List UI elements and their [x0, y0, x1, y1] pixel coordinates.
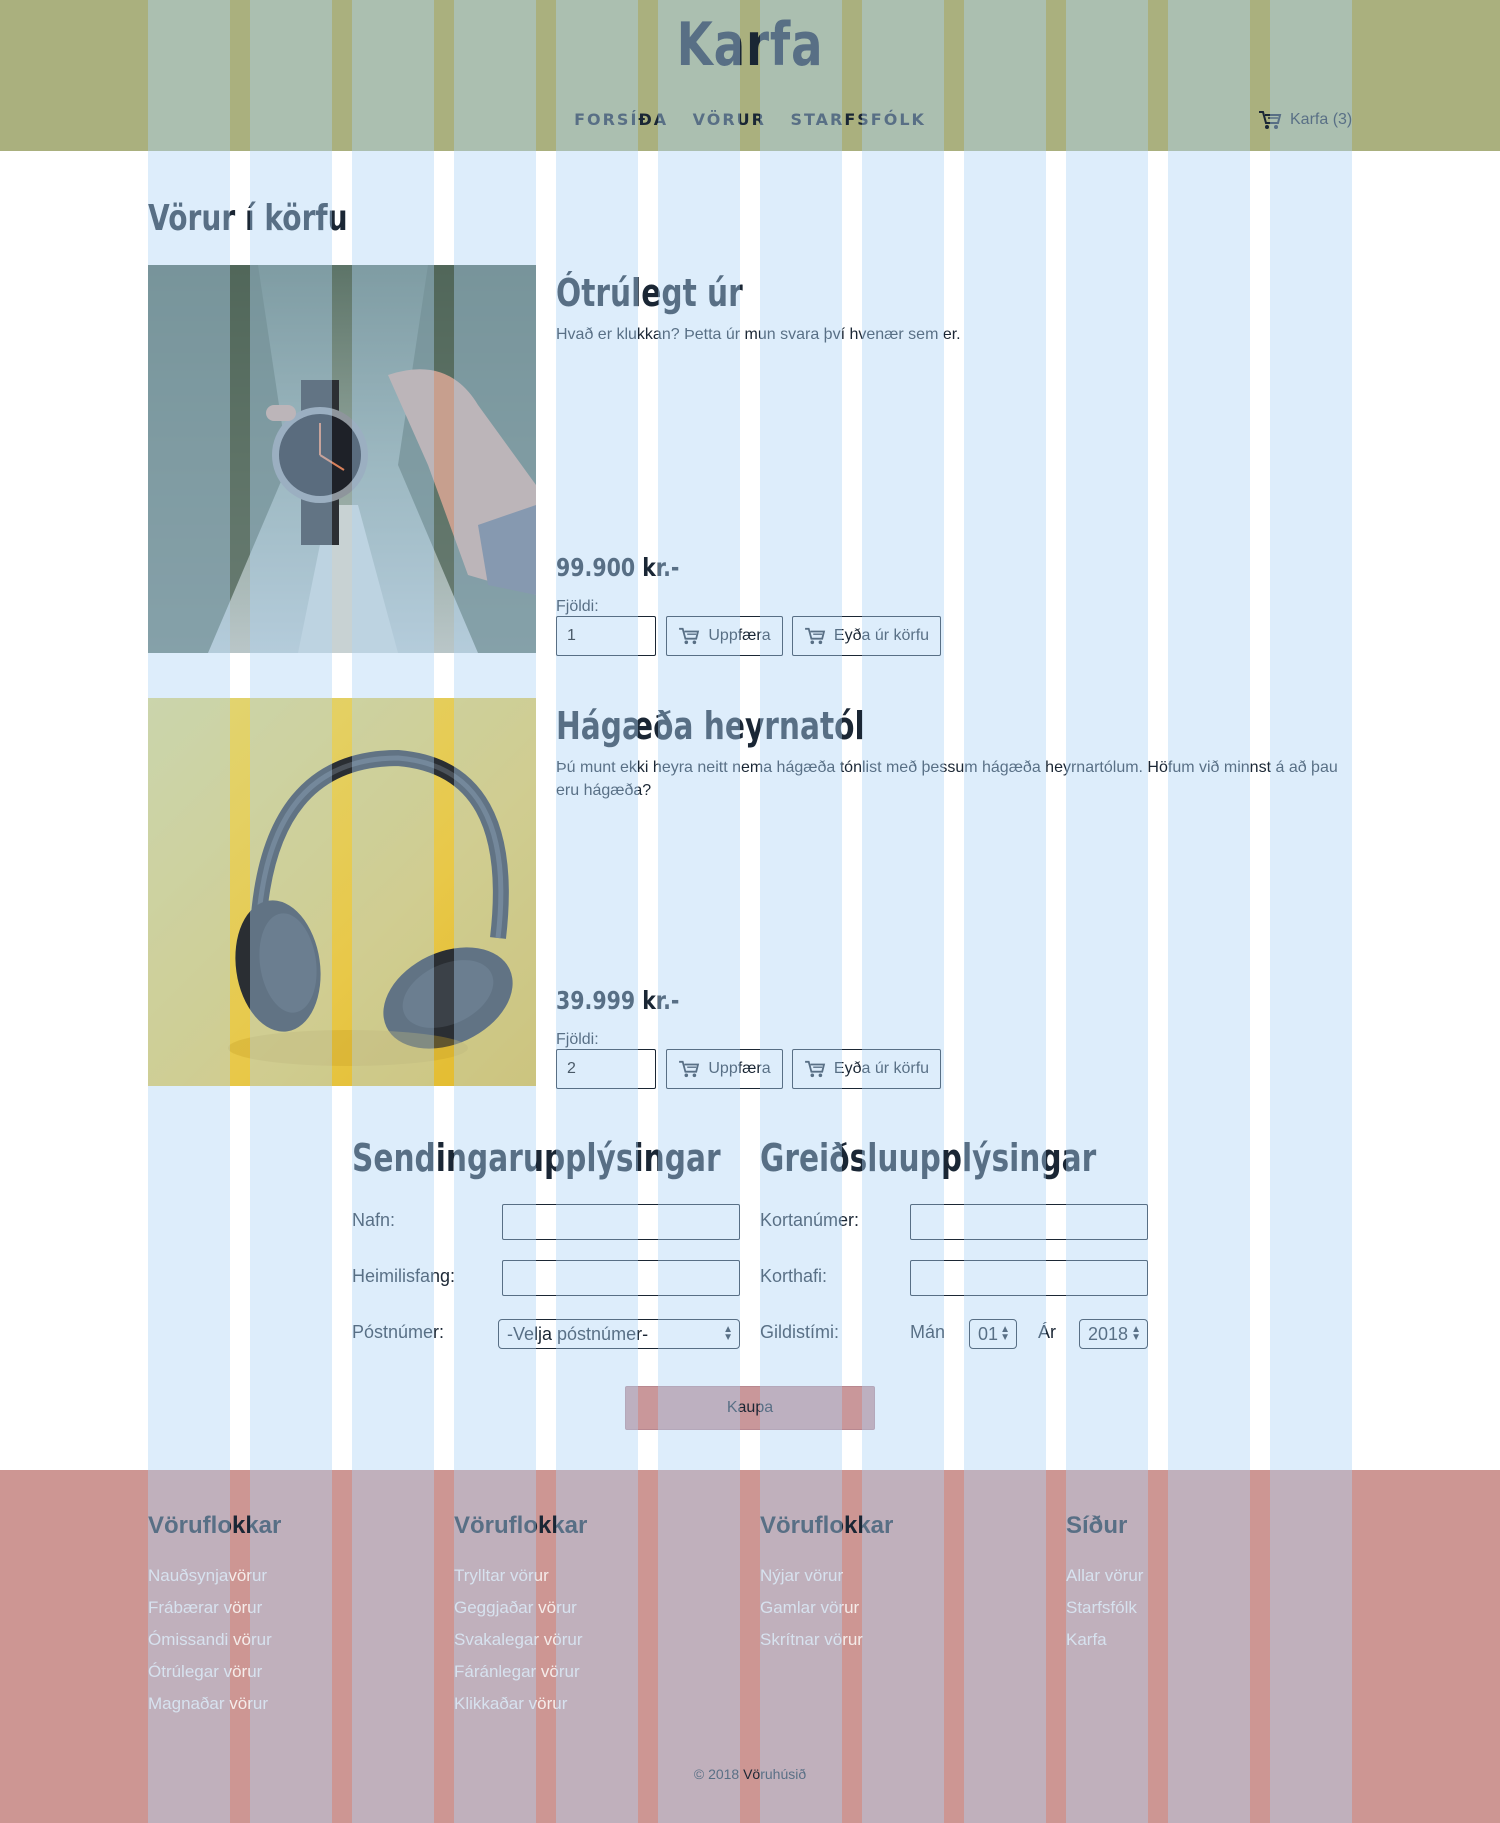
postcode-row: Póstnúmer: -Velja póstnúmer- ▲ ▼	[352, 1316, 742, 1352]
product-price: 39.999 kr.-	[556, 986, 680, 1015]
card-number-row: Kortanúmer:	[760, 1204, 1150, 1240]
quantity-label: Fjöldi:	[556, 1031, 599, 1048]
footer-link[interactable]: Starfsfólk	[1066, 1592, 1143, 1624]
site-footer: Vöruflokkar Nauðsynjavörur Frábærar vöru…	[0, 1470, 1500, 1823]
footer-link[interactable]: Klikkaðar vörur	[454, 1688, 587, 1720]
cart-icon	[805, 627, 826, 645]
footer-link[interactable]: Ómissandi vörur	[148, 1624, 281, 1656]
footer-link[interactable]: Geggjaðar vörur	[454, 1592, 587, 1624]
payment-section: Greiðsluupplýsingar Kortanúmer: Korthafi…	[760, 1136, 1150, 1349]
nav-item-forsida[interactable]: FORSÍÐA	[574, 110, 668, 129]
expiry-row: Gildistími: Mán 01 ▲ ▼ Ár 2018 ▲ ▼	[760, 1316, 1150, 1352]
cart-item: Ótrúlegt úr Hvað er klukkan? Þetta úr mu…	[148, 265, 1353, 656]
name-label: Nafn:	[352, 1210, 396, 1230]
copyright: © 2018 Vöruhúsið	[693, 1766, 807, 1782]
footer-link[interactable]: Skrítnar vörur	[760, 1624, 893, 1656]
footer-column-title: Vöruflokkar	[454, 1512, 588, 1539]
address-row: Heimilisfang:	[352, 1260, 742, 1296]
year-label: Ár	[1038, 1322, 1056, 1342]
product-title[interactable]: Hágæða heyrnatól	[556, 704, 1178, 748]
payment-title: Greiðsluupplýsingar	[760, 1136, 1097, 1180]
product-info: Ótrúlegt úr Hvað er klukkan? Þetta úr mu…	[556, 265, 1353, 656]
product-image-watch	[148, 265, 536, 653]
footer-link[interactable]: Svakalegar vörur	[454, 1624, 587, 1656]
month-label: Mán	[910, 1322, 946, 1342]
quantity-input[interactable]	[556, 1049, 656, 1089]
footer-link[interactable]: Nauðsynjavörur	[148, 1560, 281, 1592]
remove-from-cart-button[interactable]: Eyða úr körfu	[792, 616, 941, 656]
shipping-section: Sendingarupplýsingar Nafn: Heimilisfang:…	[352, 1136, 742, 1349]
product-image-headphones	[148, 698, 536, 1086]
footer-link[interactable]: Allar vörur	[1066, 1560, 1143, 1592]
month-select-value: 01	[978, 1323, 999, 1344]
address-field[interactable]	[502, 1260, 740, 1296]
product-info: Hágæða heyrnatól Þú munt ekki heyra neit…	[556, 698, 1353, 1089]
card-number-field[interactable]	[910, 1204, 1148, 1240]
update-button-label: Uppfæra	[708, 627, 771, 644]
product-title[interactable]: Ótrúlegt úr	[556, 271, 1178, 315]
quantity-label: Fjöldi:	[556, 598, 599, 615]
year-select[interactable]: 2018 ▲ ▼	[1079, 1319, 1148, 1349]
card-holder-field[interactable]	[910, 1260, 1148, 1296]
footer-column-title: Vöruflokkar	[148, 1512, 282, 1539]
card-number-label: Kortanúmer:	[760, 1210, 860, 1230]
footer-link[interactable]: Magnaðar vörur	[148, 1688, 281, 1720]
cart-icon	[1259, 111, 1282, 129]
site-header: Karfa FORSÍÐA VÖRUR STARFSFÓLK Karfa (3)	[0, 0, 1500, 151]
card-holder-label: Korthafi:	[760, 1266, 828, 1286]
footer-column-title: Síður	[1066, 1512, 1128, 1539]
cart-icon	[679, 1060, 700, 1078]
postcode-label: Póstnúmer:	[352, 1322, 445, 1342]
select-arrows-icon: ▲ ▼	[1000, 1324, 1010, 1343]
shipping-title: Sendingarupplýsingar	[352, 1136, 721, 1180]
nav-item-vorur[interactable]: VÖRUR	[693, 110, 766, 129]
update-button-label: Uppfæra	[708, 1060, 771, 1077]
header-cart-link[interactable]: Karfa (3)	[1258, 110, 1352, 130]
footer-link[interactable]: Karfa	[1066, 1624, 1143, 1656]
footer-column: Vöruflokkar Trylltar vörur Geggjaðar vör…	[454, 1512, 587, 1720]
cart-item: Hágæða heyrnatól Þú munt ekki heyra neit…	[148, 698, 1353, 1089]
update-button[interactable]: Uppfæra	[666, 1049, 783, 1089]
remove-from-cart-button[interactable]: Eyða úr körfu	[792, 1049, 941, 1089]
product-description: Þú munt ekki heyra neitt nema hágæða tón…	[556, 759, 1338, 799]
remove-button-label: Eyða úr körfu	[833, 627, 930, 644]
footer-link[interactable]: Frábærar vörur	[148, 1592, 281, 1624]
footer-column: Vöruflokkar Nauðsynjavörur Frábærar vöru…	[148, 1512, 281, 1720]
name-row: Nafn:	[352, 1204, 742, 1240]
nav-item-starfsfolk[interactable]: STARFSFÓLK	[790, 110, 925, 129]
postcode-select[interactable]: -Velja póstnúmer- ▲ ▼	[498, 1319, 740, 1349]
remove-button-label: Eyða úr körfu	[833, 1060, 930, 1077]
month-select[interactable]: 01 ▲ ▼	[969, 1319, 1017, 1349]
footer-link[interactable]: Gamlar vörur	[760, 1592, 893, 1624]
page-title: Vörur í körfu	[148, 198, 348, 239]
cart-icon	[805, 1060, 826, 1078]
select-arrows-icon: ▲ ▼	[723, 1324, 733, 1343]
card-holder-row: Korthafi:	[760, 1260, 1150, 1296]
header-cart-label: Karfa (3)	[1290, 111, 1353, 128]
select-arrows-icon: ▲ ▼	[1131, 1324, 1141, 1343]
footer-column: Vöruflokkar Nýjar vörur Gamlar vörur Skr…	[760, 1512, 893, 1656]
footer-link[interactable]: Trylltar vörur	[454, 1560, 587, 1592]
buy-button[interactable]: Kaupa	[625, 1386, 875, 1430]
footer-column: Síður Allar vörur Starfsfólk Karfa	[1066, 1512, 1143, 1656]
footer-link[interactable]: Ótrúlegar vörur	[148, 1656, 281, 1688]
cart-icon	[679, 627, 700, 645]
product-description: Hvað er klukkan? Þetta úr mun svara því …	[556, 326, 961, 343]
address-label: Heimilisfang:	[352, 1266, 456, 1286]
site-brand[interactable]: Karfa	[165, 10, 1335, 80]
footer-link[interactable]: Fáránlegar vörur	[454, 1656, 587, 1688]
quantity-input[interactable]	[556, 616, 656, 656]
name-field[interactable]	[502, 1204, 740, 1240]
product-price: 99.900 kr.-	[556, 553, 680, 582]
footer-column-title: Vöruflokkar	[760, 1512, 894, 1539]
footer-link[interactable]: Nýjar vörur	[760, 1560, 893, 1592]
year-select-value: 2018	[1088, 1323, 1129, 1344]
update-button[interactable]: Uppfæra	[666, 616, 783, 656]
expiry-label: Gildistími:	[760, 1322, 840, 1342]
postcode-select-value: -Velja póstnúmer-	[507, 1323, 649, 1344]
